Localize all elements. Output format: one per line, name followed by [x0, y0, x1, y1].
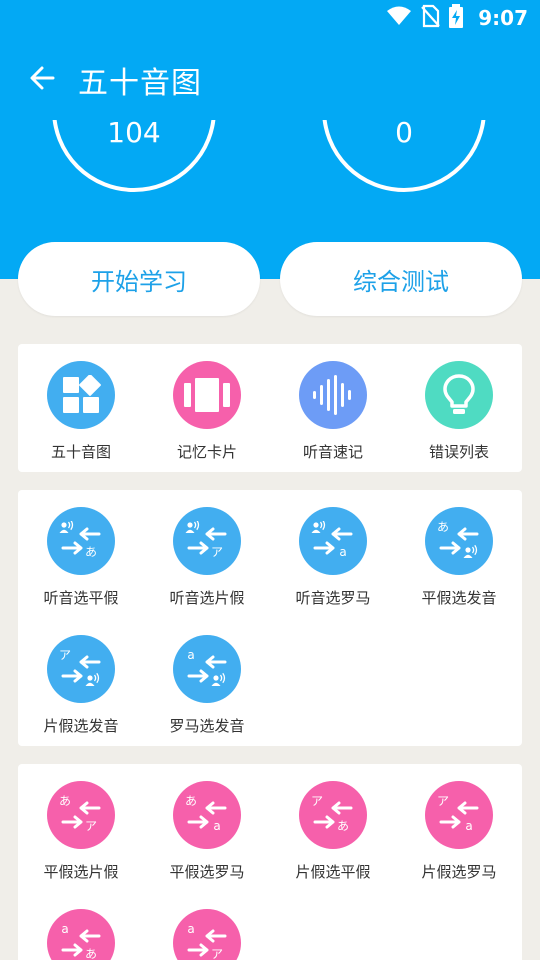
- header-banner: 9:07 五十音图 104 0: [0, 0, 540, 279]
- svg-text:ア: ア: [437, 795, 449, 808]
- learned-count-gauge: 104: [50, 120, 218, 194]
- mode-label: 片假选发音: [43, 717, 119, 735]
- sound-to-romaji-icon: a: [299, 507, 367, 575]
- mode-label: 听音选平假: [43, 589, 119, 607]
- hiragana-to-romaji-icon: あa: [173, 781, 241, 849]
- page-title: 五十音图: [78, 66, 202, 101]
- mode-tile[interactable]: a 罗马选发音: [144, 635, 270, 736]
- status-time: 9:07: [478, 6, 528, 30]
- mode-label: 听音选罗马: [295, 589, 371, 607]
- katakana-to-romaji-icon: アa: [425, 781, 493, 849]
- svg-text:あ: あ: [85, 545, 97, 559]
- listening-modes-card: あ听音选平假ア听音选片假 a 听音选罗马あ平假选发音ア片假选发音 a 罗马选发音: [18, 490, 522, 746]
- svg-text:あ: あ: [185, 795, 197, 808]
- svg-text:a: a: [187, 923, 194, 936]
- tools-card: 五十音图 记忆卡片 听音速记 错误列表: [18, 344, 522, 472]
- svg-text:ア: ア: [211, 545, 223, 559]
- mode-tile[interactable]: ア片假选发音: [18, 635, 144, 736]
- mode-tile[interactable]: a 听音选罗马: [270, 507, 396, 608]
- svg-text:あ: あ: [337, 819, 349, 833]
- arrow-left-icon: [29, 65, 55, 95]
- tool-listen-dictation[interactable]: 听音速记: [270, 361, 396, 462]
- svg-text:ア: ア: [211, 947, 223, 960]
- mode-tile[interactable]: ア a 片假选罗马: [396, 781, 522, 882]
- hiragana-to-katakana-icon: あア: [47, 781, 115, 849]
- sound-to-hiragana-icon: あ: [47, 507, 115, 575]
- mode-tile[interactable]: あ平假选发音: [396, 507, 522, 608]
- svg-text:ア: ア: [85, 819, 97, 833]
- tool-mistake-list[interactable]: 错误列表: [396, 361, 522, 462]
- waveform-icon: [299, 361, 367, 429]
- lightbulb-icon: [425, 361, 493, 429]
- hiragana-to-sound-icon: あ: [425, 507, 493, 575]
- svg-text:ア: ア: [311, 795, 323, 808]
- kana-modes-card: あア平假选片假あ a 平假选罗马アあ片假选平假ア a 片假选罗马 a あ a ア: [18, 764, 522, 960]
- mistake-count: 0: [395, 120, 413, 149]
- back-button[interactable]: [14, 52, 70, 108]
- tool-label: 错误列表: [428, 443, 489, 461]
- mode-tile[interactable]: アあ片假选平假: [270, 781, 396, 882]
- mode-tile[interactable]: あア平假选片假: [18, 781, 144, 882]
- tool-label: 五十音图: [50, 443, 111, 461]
- mode-label: 平假选发音: [421, 589, 497, 607]
- svg-text:あ: あ: [437, 521, 449, 534]
- katakana-to-sound-icon: ア: [47, 635, 115, 703]
- sound-to-katakana-icon: ア: [173, 507, 241, 575]
- svg-text:あ: あ: [85, 947, 97, 960]
- svg-text:ア: ア: [59, 649, 71, 662]
- mode-label: 平假选片假: [43, 863, 119, 881]
- grid-icon: [47, 361, 115, 429]
- cards-icon: [173, 361, 241, 429]
- wifi-icon: [386, 5, 412, 31]
- mode-tile[interactable]: あ听音选平假: [18, 507, 144, 608]
- battery-charging-icon: [448, 4, 464, 32]
- katakana-to-hiragana-icon: アあ: [299, 781, 367, 849]
- mode-tile[interactable]: ア听音选片假: [144, 507, 270, 608]
- svg-text:a: a: [213, 819, 220, 833]
- app-bar: 五十音图: [0, 52, 540, 108]
- romaji-to-sound-icon: a: [173, 635, 241, 703]
- romaji-to-katakana-icon: aア: [173, 909, 241, 960]
- svg-text:a: a: [61, 923, 68, 936]
- mode-tile[interactable]: あ a 平假选罗马: [144, 781, 270, 882]
- mistake-count-gauge: 0: [320, 120, 488, 194]
- mode-label: 罗马选发音: [169, 717, 245, 735]
- tool-label: 听音速记: [302, 443, 363, 461]
- status-bar: 9:07: [386, 0, 540, 36]
- start-learning-button[interactable]: 开始学习: [18, 242, 260, 316]
- no-sim-icon: [420, 4, 441, 32]
- comprehensive-test-button[interactable]: 综合测试: [280, 242, 522, 316]
- mode-label: 片假选罗马: [421, 863, 497, 881]
- learned-count: 104: [107, 120, 161, 149]
- tool-label: 记忆卡片: [176, 443, 237, 461]
- svg-text:a: a: [465, 819, 472, 833]
- tool-flashcards[interactable]: 记忆卡片: [144, 361, 270, 462]
- romaji-to-hiragana-icon: aあ: [47, 909, 115, 960]
- mode-tile[interactable]: aあ: [18, 909, 144, 960]
- svg-text:a: a: [187, 649, 194, 662]
- mode-label: 听音选片假: [169, 589, 245, 607]
- tool-kana-chart[interactable]: 五十音图: [18, 361, 144, 462]
- mode-label: 平假选罗马: [169, 863, 245, 881]
- mode-tile[interactable]: aア: [144, 909, 270, 960]
- svg-text:a: a: [339, 545, 346, 559]
- mode-label: 片假选平假: [295, 863, 371, 881]
- svg-text:あ: あ: [59, 795, 71, 808]
